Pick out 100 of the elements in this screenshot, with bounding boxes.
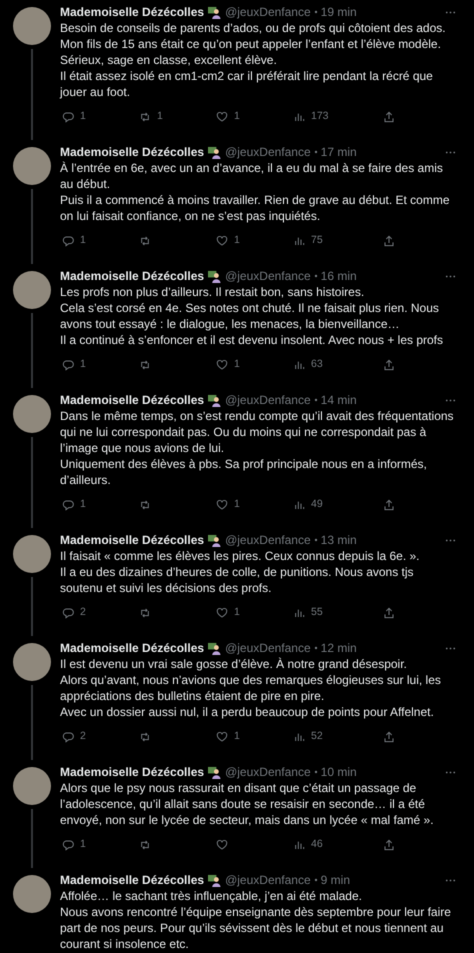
- separator-dot-icon: [314, 878, 318, 882]
- share-button[interactable]: [383, 357, 395, 372]
- views-button[interactable]: 55: [293, 605, 370, 620]
- reply-button[interactable]: 1: [62, 109, 139, 124]
- share-button[interactable]: [383, 837, 395, 852]
- user-handle[interactable]: @jeuxDenfance: [225, 872, 311, 888]
- reply-button[interactable]: 2: [62, 729, 139, 744]
- views-button[interactable]: 46: [293, 837, 370, 852]
- post-time[interactable]: 12 min: [320, 640, 357, 656]
- user-handle[interactable]: @jeuxDenfance: [225, 268, 311, 284]
- avatar-photo-placeholder[interactable]: [13, 643, 51, 681]
- avatar-photo-placeholder[interactable]: [13, 7, 51, 45]
- author-name[interactable]: Mademoiselle Dézécolles: [60, 392, 204, 408]
- repost-icon: [139, 606, 151, 618]
- views-button[interactable]: 173: [293, 109, 370, 124]
- post-time[interactable]: 13 min: [320, 532, 357, 548]
- share-button[interactable]: [383, 605, 395, 620]
- share-button[interactable]: [383, 497, 395, 512]
- teacher-emoji-icon: [208, 534, 222, 546]
- repost-icon: [139, 838, 151, 850]
- user-handle[interactable]: @jeuxDenfance: [225, 532, 311, 548]
- share-icon: [383, 234, 395, 246]
- more-options-icon[interactable]: [445, 10, 456, 14]
- heart-icon: [216, 110, 228, 122]
- heart-icon: [216, 606, 228, 618]
- like-button[interactable]: 1: [216, 109, 293, 124]
- repost-icon: [139, 110, 151, 122]
- share-button[interactable]: [383, 729, 395, 744]
- author-name[interactable]: Mademoiselle Dézécolles: [60, 872, 204, 888]
- reply-button[interactable]: 1: [62, 497, 139, 512]
- more-options-icon[interactable]: [445, 646, 456, 650]
- reply-icon: [62, 730, 74, 742]
- heart-icon: [216, 234, 228, 246]
- more-options-icon[interactable]: [445, 398, 456, 402]
- more-options-icon[interactable]: [445, 878, 456, 882]
- avatar-photo-placeholder[interactable]: [13, 767, 51, 805]
- user-handle[interactable]: @jeuxDenfance: [225, 764, 311, 780]
- heart-icon: [216, 730, 228, 742]
- bar-chart-icon: [293, 606, 305, 618]
- teacher-emoji-icon: [208, 146, 222, 158]
- post-text: Il est devenu un vrai sale gosse d’élève. À notre grand désespoir. Alors qu’avant, nous n’avions que des remarques élogieuses sur lui, les appréciations des bulletins étaient de pire en pire. Avec un dossier aussi nul, il a perdu beaucoup de points pour Affelnet.: [60, 656, 442, 720]
- views-button[interactable]: 49: [293, 497, 370, 512]
- post-time[interactable]: 9 min: [320, 872, 350, 888]
- bar-chart-icon: [293, 358, 305, 370]
- bar-chart-icon: [293, 498, 305, 510]
- teacher-emoji-icon: [208, 270, 222, 282]
- user-handle[interactable]: @jeuxDenfance: [225, 144, 311, 160]
- repost-icon: [139, 730, 151, 742]
- like-button[interactable]: 1: [216, 497, 293, 512]
- teacher-emoji-icon: [208, 874, 222, 886]
- avatar-photo-placeholder[interactable]: [13, 875, 51, 913]
- repost-button[interactable]: 1: [139, 109, 216, 124]
- like-button[interactable]: 1: [216, 729, 293, 744]
- author-name[interactable]: Mademoiselle Dézécolles: [60, 640, 204, 656]
- author-name[interactable]: Mademoiselle Dézécolles: [60, 4, 204, 20]
- reply-button[interactable]: 1: [62, 233, 139, 248]
- post-time[interactable]: 10 min: [320, 764, 357, 780]
- share-button[interactable]: [383, 109, 395, 124]
- heart-icon: [216, 358, 228, 370]
- reply-button[interactable]: 2: [62, 605, 139, 620]
- more-options-icon[interactable]: [445, 538, 456, 542]
- more-options-icon[interactable]: [445, 274, 456, 278]
- avatar-photo-placeholder[interactable]: [13, 147, 51, 185]
- more-options-icon[interactable]: [445, 770, 456, 774]
- reply-button[interactable]: 1: [62, 837, 139, 852]
- avatar-photo-placeholder[interactable]: [13, 395, 51, 433]
- repost-icon: [139, 358, 151, 370]
- user-handle[interactable]: @jeuxDenfance: [225, 392, 311, 408]
- author-name[interactable]: Mademoiselle Dézécolles: [60, 144, 204, 160]
- more-options-icon[interactable]: [445, 150, 456, 154]
- post-time[interactable]: 17 min: [320, 144, 357, 160]
- post-text: Affolée… le sachant très influençable, j’en ai été malade. Nous avons rencontré l’équipe enseignante dès septembre pour leur faire part de nos peurs. Pour qu’ils sévissent dès le début et nous tiennent au courant si insolence etc.: [60, 888, 452, 952]
- views-button[interactable]: 75: [293, 233, 370, 248]
- like-button[interactable]: 1: [216, 605, 293, 620]
- reply-icon: [62, 110, 74, 122]
- reply-button[interactable]: 1: [62, 357, 139, 372]
- heart-icon: [216, 498, 228, 510]
- author-name[interactable]: Mademoiselle Dézécolles: [60, 268, 204, 284]
- thread-line: [31, 809, 33, 868]
- post-time[interactable]: 14 min: [320, 392, 357, 408]
- bar-chart-icon: [293, 234, 305, 246]
- teacher-emoji-icon: [208, 6, 222, 18]
- user-handle[interactable]: @jeuxDenfance: [225, 640, 311, 656]
- avatar-photo-placeholder[interactable]: [13, 271, 51, 309]
- like-button[interactable]: 1: [216, 357, 293, 372]
- post-time[interactable]: 19 min: [320, 4, 357, 20]
- like-button[interactable]: 1: [216, 233, 293, 248]
- views-button[interactable]: 52: [293, 729, 370, 744]
- author-name[interactable]: Mademoiselle Dézécolles: [60, 532, 204, 548]
- user-handle[interactable]: @jeuxDenfance: [225, 4, 311, 20]
- separator-dot-icon: [314, 770, 318, 774]
- bar-chart-icon: [293, 730, 305, 742]
- views-button[interactable]: 63: [293, 357, 370, 372]
- post-text: Besoin de conseils de parents d’ados, ou de profs qui côtoient des ados. Mon fils de 15 ans était ce qu’on peut appeler l’enfant et l’élève modèle. Sérieux, sage en classe, excellent élève. Il était assez isolé en cm1-cm2 car il préférait lire pendant la récré que jouer au foot.: [60, 20, 447, 100]
- post-time[interactable]: 16 min: [320, 268, 357, 284]
- author-name[interactable]: Mademoiselle Dézécolles: [60, 764, 204, 780]
- avatar-photo-placeholder[interactable]: [13, 535, 51, 573]
- share-icon: [383, 358, 395, 370]
- share-button[interactable]: [383, 233, 395, 248]
- teacher-emoji-icon: [208, 642, 222, 654]
